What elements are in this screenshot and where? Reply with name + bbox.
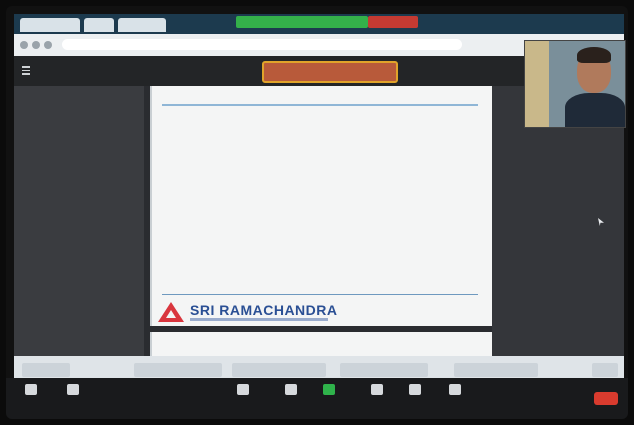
document-title <box>262 61 398 83</box>
stop-share-button[interactable] <box>368 16 418 28</box>
stop-video-button[interactable] <box>56 384 90 398</box>
download-item[interactable] <box>134 363 222 377</box>
participant-body <box>565 93 625 127</box>
browser-tab[interactable] <box>84 18 114 32</box>
download-item[interactable] <box>340 363 428 377</box>
next-slide-peek <box>150 332 494 358</box>
slide-divider <box>162 294 478 295</box>
monitor-frame: SRI RAMACHANDRA <box>6 6 628 419</box>
participant-hair <box>577 47 611 63</box>
record-icon <box>371 384 383 395</box>
left-panel <box>14 86 144 356</box>
reactions-button[interactable] <box>398 384 432 398</box>
download-item[interactable] <box>454 363 538 377</box>
reactions-icon <box>409 384 421 395</box>
browser-tab[interactable] <box>20 18 80 32</box>
url-input[interactable] <box>62 39 462 50</box>
mute-button[interactable] <box>14 384 48 398</box>
more-icon <box>449 384 461 395</box>
university-logo-text: SRI RAMACHANDRA <box>190 302 338 318</box>
record-button[interactable] <box>360 384 394 398</box>
download-item[interactable] <box>22 363 70 377</box>
video-background <box>525 41 549 127</box>
forward-icon[interactable] <box>32 41 40 49</box>
participants-button[interactable] <box>226 384 260 398</box>
reload-icon[interactable] <box>44 41 52 49</box>
download-item[interactable] <box>232 363 326 377</box>
microphone-icon <box>25 384 37 395</box>
presentation-slide: SRI RAMACHANDRA <box>150 86 494 326</box>
share-screen-icon <box>323 384 335 395</box>
screen-share-banner <box>236 16 368 28</box>
chat-icon <box>285 384 297 395</box>
show-all-downloads[interactable] <box>592 363 618 377</box>
browser-tab-strip <box>14 14 624 34</box>
back-icon[interactable] <box>20 41 28 49</box>
end-meeting-button[interactable] <box>594 392 618 405</box>
browser-tab[interactable] <box>118 18 166 32</box>
chat-button[interactable] <box>274 384 308 398</box>
slide-top-rule <box>162 104 478 106</box>
menu-icon[interactable] <box>22 66 30 75</box>
university-logo-subtitle <box>190 318 328 321</box>
video-camera-icon <box>67 384 79 395</box>
share-screen-button[interactable] <box>312 384 346 398</box>
participant-video-tile[interactable] <box>524 40 626 128</box>
university-logo-mark <box>158 302 184 322</box>
meeting-toolbar <box>6 378 628 419</box>
shared-screen: SRI RAMACHANDRA <box>14 14 626 384</box>
more-button[interactable] <box>438 384 472 398</box>
participants-icon <box>237 384 249 395</box>
